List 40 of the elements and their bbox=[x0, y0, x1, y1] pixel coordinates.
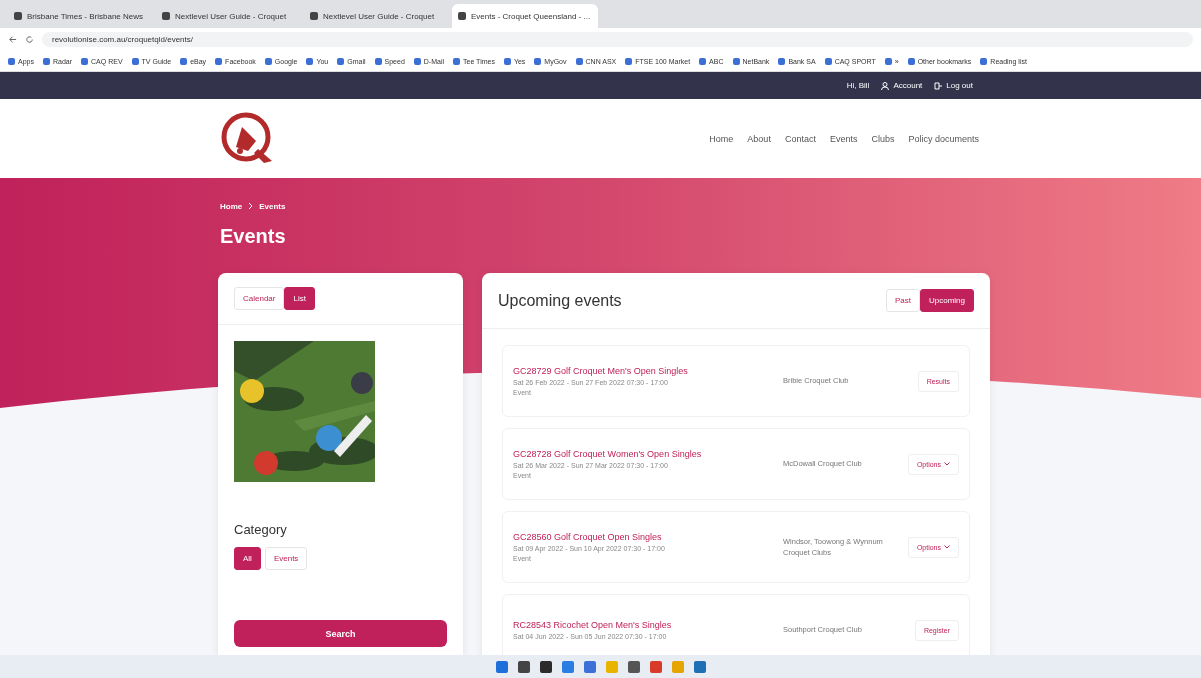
browser-tab[interactable]: Brisbane Times - Brisbane News bbox=[8, 4, 154, 28]
panel-title: Upcoming events bbox=[498, 291, 622, 310]
filter-toggle[interactable]: Upcoming bbox=[920, 289, 974, 312]
view-toggle[interactable]: List bbox=[284, 287, 315, 310]
nav-link[interactable]: Clubs bbox=[871, 133, 895, 144]
category-title: Category bbox=[234, 522, 288, 537]
nav-link[interactable]: Policy documents bbox=[908, 133, 979, 144]
logout-icon bbox=[934, 81, 943, 90]
event-title[interactable]: GC28728 Golf Croquet Women's Open Singles bbox=[513, 449, 783, 459]
taskbar-icon[interactable] bbox=[627, 660, 640, 673]
view-toggle[interactable]: Calendar bbox=[234, 287, 285, 310]
greeting: Hi, Bill bbox=[846, 81, 870, 90]
breadcrumb-link[interactable]: Events bbox=[259, 202, 286, 211]
account-link[interactable]: Account bbox=[881, 81, 923, 90]
address-bar[interactable]: revolutionise.com.au/croquetqld/events/ bbox=[42, 32, 1193, 47]
nav-link[interactable]: Home bbox=[709, 133, 734, 144]
category-chip[interactable]: All bbox=[234, 547, 261, 570]
filter-toggle[interactable]: Past bbox=[885, 289, 920, 312]
user-icon bbox=[881, 81, 890, 90]
caret-icon bbox=[944, 545, 950, 549]
nav-link[interactable]: About bbox=[747, 133, 771, 144]
taskbar-icon[interactable] bbox=[517, 660, 530, 673]
nav-link[interactable]: Events bbox=[829, 133, 858, 144]
logout-link[interactable]: Log out bbox=[934, 81, 973, 90]
event-title[interactable]: GC28560 Golf Croquet Open Singles bbox=[513, 532, 783, 542]
page-title: Events bbox=[220, 225, 287, 248]
back-icon[interactable] bbox=[8, 35, 17, 44]
browser-tab[interactable]: Events - Croquet Queensland - ... bbox=[452, 4, 598, 28]
search-button[interactable]: Search bbox=[234, 620, 447, 647]
breadcrumb-link[interactable]: Home bbox=[220, 202, 243, 211]
reload-icon[interactable] bbox=[25, 35, 34, 44]
event-title[interactable]: RC28543 Ricochet Open Men's Singles bbox=[513, 620, 783, 630]
chevron-icon bbox=[248, 202, 254, 210]
browser-tab[interactable]: Nextlevel User Guide - Croquet bbox=[304, 4, 450, 28]
browser-tab[interactable]: Nextlevel User Guide - Croquet bbox=[156, 4, 302, 28]
event-title[interactable]: GC28729 Golf Croquet Men's Open Singles bbox=[513, 366, 783, 376]
nav-link[interactable]: Contact bbox=[784, 133, 816, 144]
category-chip[interactable]: Events bbox=[264, 547, 308, 570]
caret-icon bbox=[944, 462, 950, 466]
taskbar-icon[interactable] bbox=[539, 660, 552, 673]
